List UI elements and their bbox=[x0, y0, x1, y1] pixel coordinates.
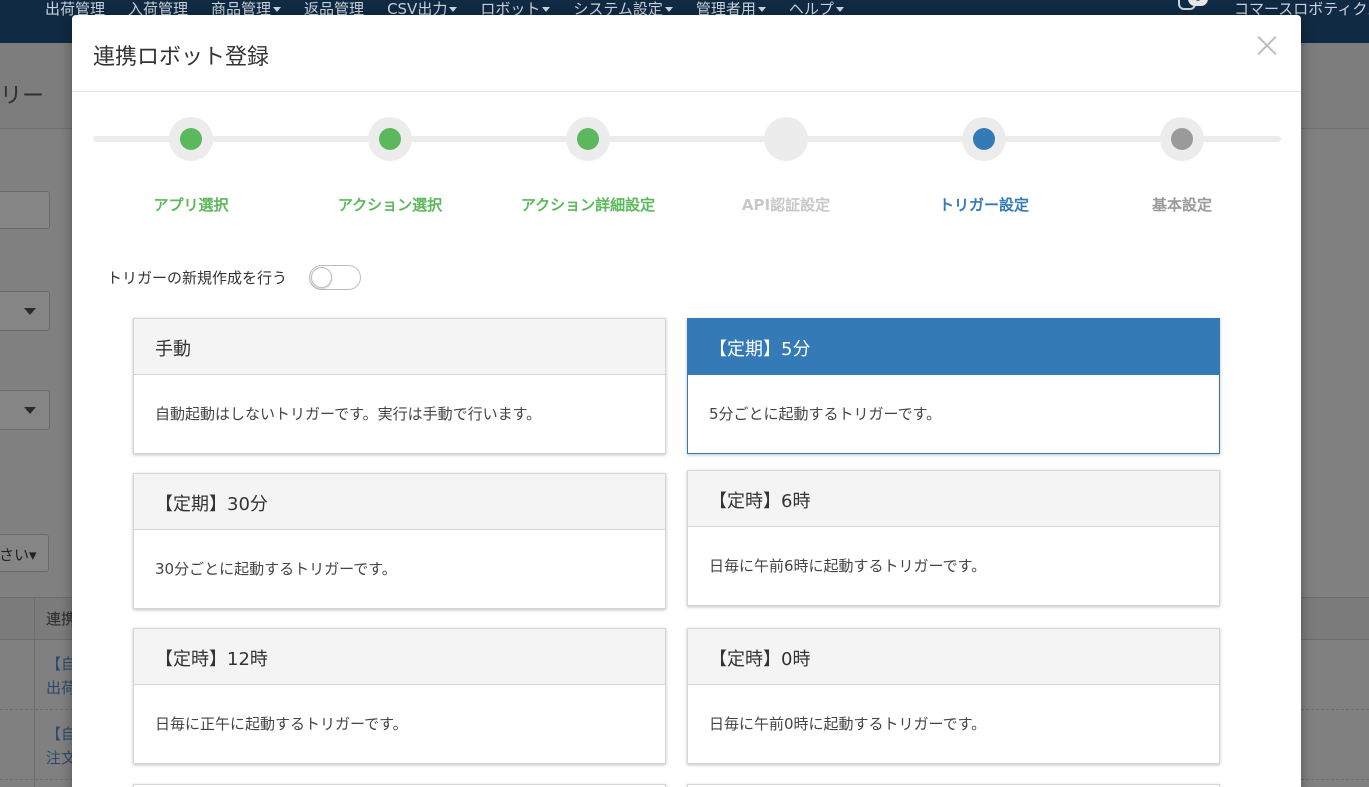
caret-down-icon bbox=[835, 7, 844, 12]
new-trigger-toggle-label: トリガーの新規作成を行う bbox=[107, 269, 288, 287]
close-icon[interactable] bbox=[1255, 33, 1279, 57]
step-dot bbox=[577, 128, 599, 150]
step-circle bbox=[368, 117, 412, 161]
background-dropdown-button: さい▾ bbox=[0, 534, 49, 572]
trigger-card-midnight[interactable]: 【定時】0時 日毎に午前0時に起動するトリガーです。 bbox=[687, 628, 1220, 764]
notification-badge: 0 bbox=[1188, 0, 1208, 6]
step-circle bbox=[566, 117, 610, 161]
trigger-card-description: 日毎に午前0時に起動するトリガーです。 bbox=[709, 715, 987, 733]
background-page-title: リー bbox=[0, 84, 45, 109]
step-label: トリガー設定 bbox=[938, 196, 1029, 214]
caret-down-icon bbox=[273, 7, 282, 12]
trigger-card-6am[interactable]: 【定時】6時 日毎に午前6時に起動するトリガーです。 bbox=[687, 470, 1220, 606]
trigger-card-title: 【定期】5分 bbox=[688, 319, 1219, 375]
trigger-card-title: 【定時】0時 bbox=[688, 629, 1219, 685]
caret-down-icon bbox=[664, 7, 673, 12]
step-dot bbox=[973, 128, 995, 150]
trigger-card-description: 自動起動はしないトリガーです。実行は手動で行います。 bbox=[155, 405, 542, 423]
caret-down-icon bbox=[757, 7, 766, 12]
trigger-card-description: 5分ごとに起動するトリガーです。 bbox=[709, 405, 942, 423]
new-trigger-toggle-row: トリガーの新規作成を行う bbox=[107, 265, 362, 290]
chevron-down-icon bbox=[24, 407, 36, 414]
background-search-input bbox=[0, 191, 50, 229]
chevron-down-icon bbox=[24, 308, 36, 315]
toggle-knob bbox=[311, 267, 333, 288]
step-label: アクション詳細設定 bbox=[520, 196, 656, 214]
step-dot bbox=[379, 128, 401, 150]
step-app-select: アプリ選択 bbox=[91, 115, 291, 215]
step-circle bbox=[1160, 117, 1204, 161]
trigger-card-5min[interactable]: 【定期】5分 5分ごとに起動するトリガーです。 bbox=[687, 318, 1220, 454]
step-dot bbox=[1171, 128, 1193, 150]
background-select-2 bbox=[0, 390, 50, 430]
trigger-card-description: 日毎に午前6時に起動するトリガーです。 bbox=[709, 557, 987, 575]
trigger-card-title: 【定時】6時 bbox=[688, 471, 1219, 527]
trigger-card-description: 日毎に正午に起動するトリガーです。 bbox=[155, 715, 408, 733]
step-basic: 基本設定 bbox=[1082, 115, 1282, 215]
step-circle bbox=[764, 117, 808, 161]
step-dot bbox=[180, 128, 202, 150]
caret-down-icon bbox=[542, 7, 551, 12]
trigger-card-description: 30分ごとに起動するトリガーです。 bbox=[155, 560, 397, 578]
step-circle bbox=[962, 117, 1006, 161]
trigger-card-noon[interactable]: 【定時】12時 日毎に正午に起動するトリガーです。 bbox=[133, 628, 666, 764]
trigger-card-title: 手動 bbox=[134, 319, 665, 375]
trigger-card-30min[interactable]: 【定期】30分 30分ごとに起動するトリガーです。 bbox=[133, 473, 666, 609]
caret-down-icon bbox=[449, 7, 458, 12]
robot-registration-modal: 連携ロボット登録 アプリ選択 アクション選択 アクション詳細設定 API認証設定… bbox=[72, 15, 1301, 787]
background-select-1 bbox=[0, 291, 50, 331]
step-label: API認証設定 bbox=[741, 196, 831, 214]
step-api-auth: API認証設定 bbox=[686, 115, 886, 215]
step-label: 基本設定 bbox=[1151, 196, 1212, 214]
trigger-card-title: 【定時】12時 bbox=[134, 629, 665, 685]
step-action-detail: アクション詳細設定 bbox=[488, 115, 688, 215]
modal-title: 連携ロボット登録 bbox=[93, 45, 270, 70]
wizard-stepper: アプリ選択 アクション選択 アクション詳細設定 API認証設定 トリガー設定 基… bbox=[72, 115, 1301, 225]
new-trigger-toggle[interactable] bbox=[309, 265, 362, 290]
step-label: アプリ選択 bbox=[153, 196, 229, 214]
step-dot bbox=[775, 128, 797, 150]
trigger-card-manual[interactable]: 手動 自動起動はしないトリガーです。実行は手動で行います。 bbox=[133, 318, 666, 454]
step-action-select: アクション選択 bbox=[290, 115, 490, 215]
step-label: アクション選択 bbox=[337, 196, 443, 214]
trigger-card-title: 【定期】30分 bbox=[134, 474, 665, 530]
modal-header: 連携ロボット登録 bbox=[72, 15, 1301, 92]
step-circle bbox=[169, 117, 213, 161]
step-trigger: トリガー設定 bbox=[884, 115, 1084, 215]
